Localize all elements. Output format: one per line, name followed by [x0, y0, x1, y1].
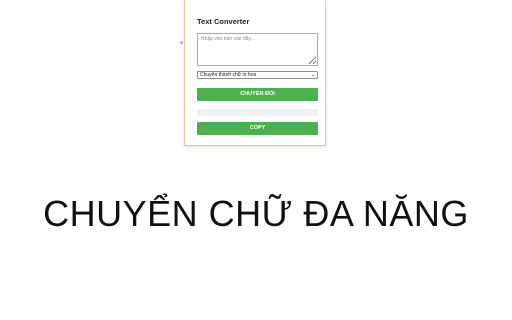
result-output	[197, 109, 318, 116]
copy-button[interactable]: COPY	[197, 122, 318, 135]
chevron-down-icon: ⌄	[310, 72, 315, 78]
page-headline: CHUYỂN CHỮ ĐA NĂNG	[43, 193, 469, 234]
text-input[interactable]	[197, 33, 318, 66]
popup-title: Text Converter	[197, 17, 250, 26]
side-mark: a	[180, 40, 183, 46]
convert-button[interactable]: CHUYỂN ĐỔI	[197, 88, 318, 101]
conversion-mode-select[interactable]: Chuyển thành chữ in hoa ⌄	[197, 71, 318, 79]
select-value: Chuyển thành chữ in hoa	[200, 72, 257, 78]
extension-popup: Text Converter Chuyển thành chữ in hoa ⌄…	[184, 0, 326, 146]
screen: a Text Converter Chuyển thành chữ in hoa…	[0, 0, 512, 320]
